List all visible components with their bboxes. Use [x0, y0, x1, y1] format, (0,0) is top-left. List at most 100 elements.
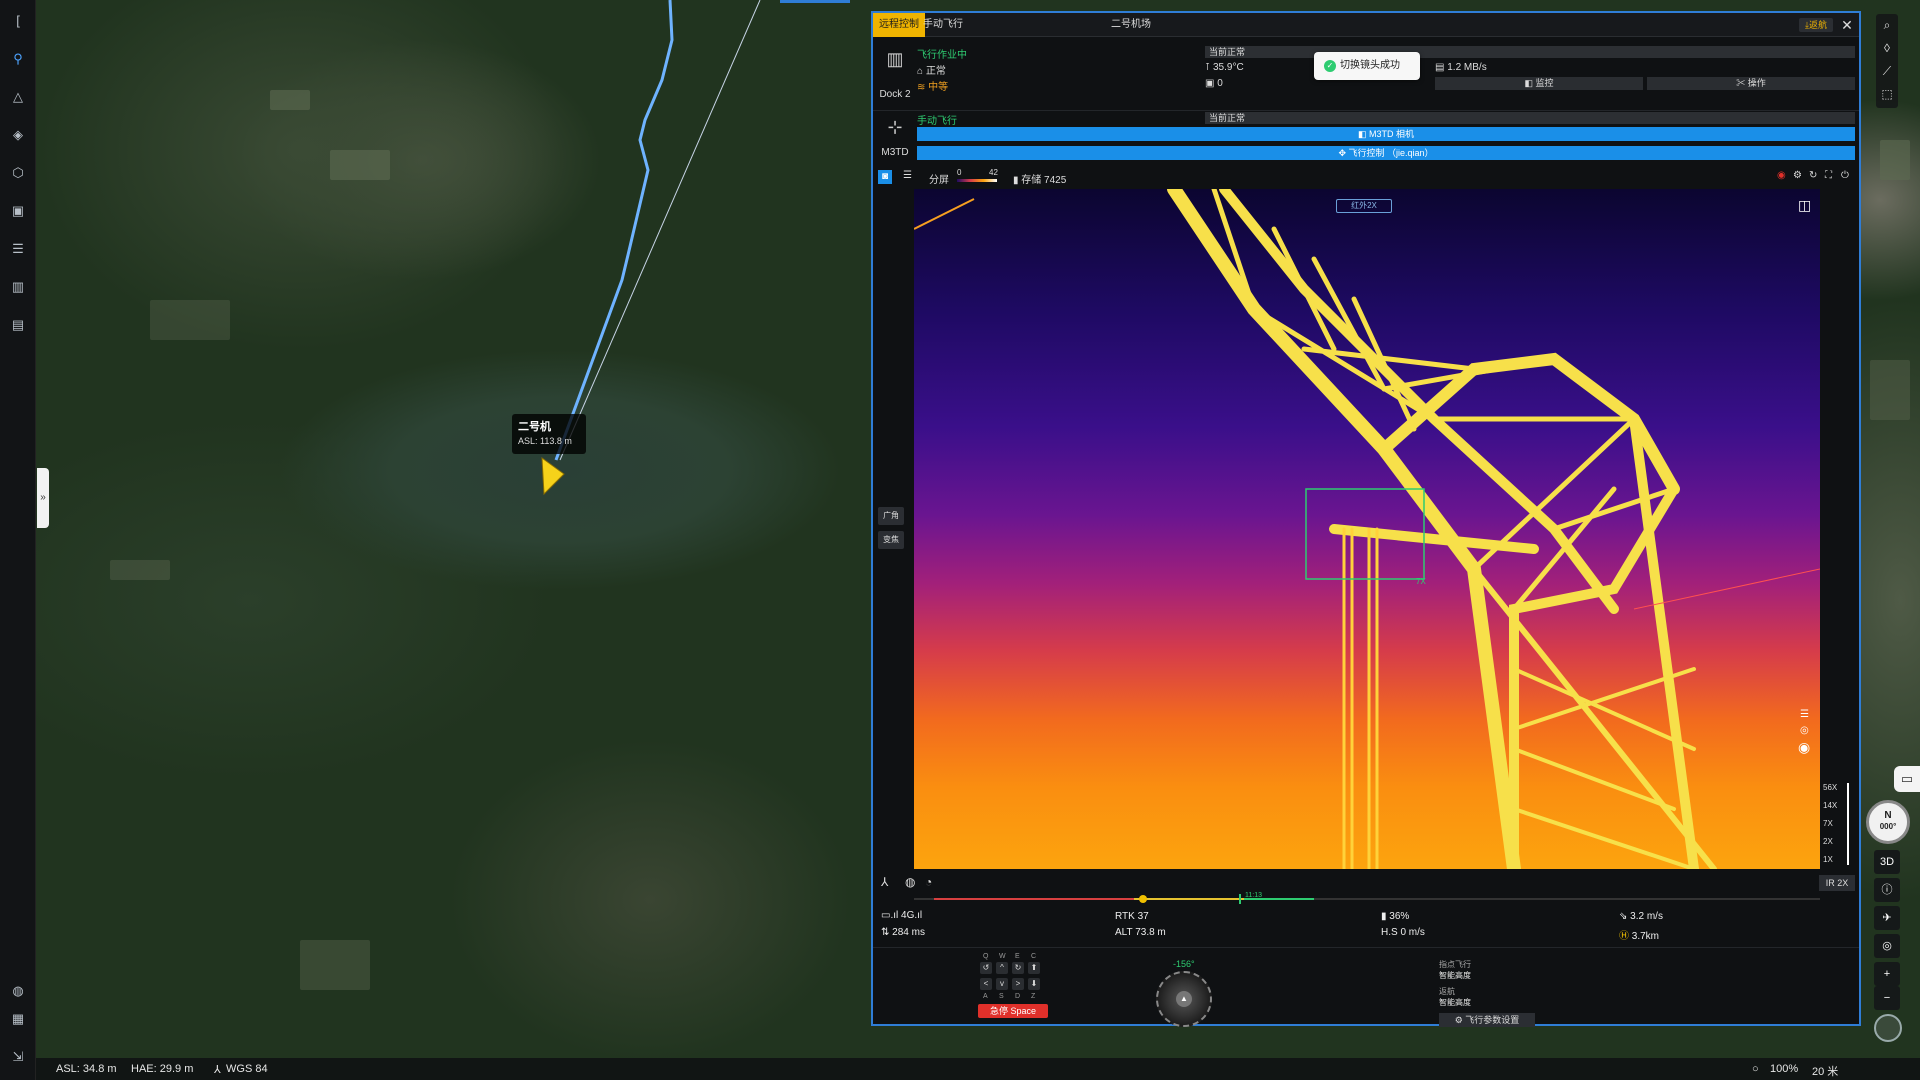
expand-sidebar-button[interactable]: » — [37, 468, 49, 528]
fullscreen-icon[interactable]: ⛶ — [1825, 170, 1832, 181]
photo-shutter-icon[interactable]: ◎ — [1800, 725, 1809, 736]
heading-icon[interactable]: ◍ — [905, 875, 915, 889]
descend-key[interactable]: ⬇ — [1028, 978, 1040, 990]
model-icon[interactable]: ⬡ — [9, 164, 27, 182]
wide-button[interactable]: 广角 — [878, 507, 904, 525]
thermal-video-feed[interactable]: 红外2X 7X ◫ ☰ ◎ ◉ — [914, 189, 1820, 869]
record-icon[interactable]: ◉ — [1777, 170, 1786, 181]
flight-icon[interactable]: ⚲ — [9, 50, 27, 68]
left-sidebar: [ ⚲ △ ◈ ⬡ ▣ ☰ ▥ ▤ ◍ ▦ ⇲ — [0, 0, 36, 1080]
timeline-time: 11:13 — [1245, 892, 1262, 899]
layers-icon[interactable]: ◈ — [9, 126, 27, 144]
zoom-scale[interactable]: 56X 14X 7X 2X 1X — [1823, 783, 1853, 873]
palette-bar[interactable] — [957, 179, 997, 182]
refresh-icon[interactable]: ↻ — [1809, 170, 1817, 181]
zoom-out-button[interactable]: − — [1874, 986, 1900, 1010]
zoom-level-1x[interactable]: 1X — [1823, 855, 1833, 864]
return-home-button[interactable]: ⤓返航 — [1799, 18, 1833, 32]
hspeed-value: H.S 0 m/s — [1381, 927, 1425, 938]
zoom-level-56x[interactable]: 56X — [1823, 783, 1837, 792]
drone-name: 二号机 — [518, 421, 551, 433]
left-key[interactable]: < — [980, 978, 992, 990]
doc-icon[interactable]: ▦ — [9, 1010, 27, 1028]
rotate-right-key[interactable]: ↻ — [1012, 962, 1024, 974]
latency-icon: ⇅ — [881, 927, 893, 938]
zoom-level-7x[interactable]: 7X — [1823, 819, 1833, 828]
flight-control-button[interactable]: ✥ 飞行控制 （jie.qian） — [917, 146, 1855, 160]
rth-label: 返航 — [1439, 987, 1455, 996]
record-button-icon[interactable]: ◉ — [1798, 739, 1810, 756]
dock-count: ▣ 0 — [1205, 78, 1223, 89]
gear-icon[interactable]: ⚙ — [1793, 170, 1802, 181]
drone-label[interactable]: 二号机 ASL: 113.8 m — [512, 414, 586, 454]
monitor-button[interactable]: ◧ 监控 — [1435, 77, 1643, 90]
tab-dock[interactable]: 二号机场 — [1105, 13, 1157, 37]
power-icon[interactable]: ⏻ — [1841, 170, 1849, 181]
zoom-in-button[interactable]: + — [1874, 962, 1900, 986]
media-icon[interactable]: ▣ — [9, 202, 27, 220]
camera-mode-icon[interactable]: ◙ — [878, 170, 892, 184]
thermometer-icon: ⊺ — [1205, 62, 1213, 73]
drone-current-status: 当前正常 — [1205, 112, 1855, 124]
3d-button[interactable]: 3D — [1874, 850, 1900, 874]
ascend-key[interactable]: ⬆ — [1028, 962, 1040, 974]
backward-key[interactable]: v — [996, 978, 1008, 990]
video-icon: ◧ — [1524, 78, 1536, 88]
aircraft-icon[interactable]: ✈ — [1874, 906, 1900, 930]
dock-temp-value: 35.9°C — [1212, 62, 1244, 73]
chat-icon[interactable]: ▭ — [1894, 766, 1920, 792]
vspeed-info: ⇘ 3.2 m/s — [1619, 911, 1663, 922]
operate-button[interactable]: ✂ 操作 — [1647, 77, 1855, 90]
camera-button[interactable]: ◧ M3TD 相机 — [917, 127, 1855, 141]
gimbal-icon[interactable]: ⅄ — [881, 875, 888, 889]
calendar-icon[interactable]: ▤ — [9, 316, 27, 334]
operate-label: 操作 — [1747, 78, 1766, 88]
ruler-icon[interactable]: ⟋ — [1876, 60, 1898, 83]
dock-status-label: 正常 — [925, 66, 946, 77]
emergency-stop-button[interactable]: 急停 Space — [978, 1004, 1048, 1018]
warning-icon[interactable]: △ — [9, 88, 27, 106]
range-min: 0 — [957, 168, 962, 177]
search-icon[interactable]: ⌕ — [1876, 14, 1898, 37]
ir-zoom-indicator[interactable]: IR 2X — [1819, 875, 1855, 891]
globe-icon[interactable]: ◍ — [9, 982, 27, 1000]
info-icon[interactable]: ⓘ — [1874, 878, 1900, 902]
close-icon[interactable]: ✕ — [1839, 15, 1855, 35]
signal-bars-icon: .ıl — [914, 910, 923, 921]
forward-key[interactable]: ^ — [996, 962, 1008, 974]
dock-temp: ⊺ 35.9°C — [1205, 62, 1244, 73]
flight-controls: Q W E C ↺ ^ ↻ ⬆ < v > ⬇ A S D Z 急停 Space… — [873, 951, 1859, 1027]
status-icon: ⌂ — [917, 66, 926, 77]
area-icon[interactable]: ⬚ — [1876, 83, 1898, 106]
zoom-level-2x[interactable]: 2X — [1823, 837, 1833, 846]
zoom-track — [1847, 783, 1849, 865]
basemap-globe-icon[interactable] — [1874, 1014, 1902, 1042]
status-bar: ASL: 34.8 m HAE: 29.9 m ⅄ WGS 84 ○ 100% … — [36, 1058, 1920, 1080]
drone-arrow-icon[interactable] — [538, 456, 568, 496]
timeline-bar[interactable] — [914, 892, 1820, 906]
pitch-icon[interactable]: ◔ — [925, 875, 932, 889]
flight-params-button[interactable]: ⚙ 飞行参数设置 — [1439, 1013, 1535, 1027]
status-scale: 20 米 — [1812, 1066, 1839, 1078]
snapshot-icon[interactable]: ◫ — [1798, 197, 1811, 214]
locate-icon[interactable]: ◎ — [1874, 934, 1900, 958]
split-screen[interactable]: 分屏 — [929, 171, 949, 186]
dock-speed-value: 1.2 MB/s — [1447, 62, 1487, 73]
menu-icon[interactable]: ☰ — [1800, 709, 1809, 720]
key-label-e: E — [1015, 953, 1020, 960]
settings-list-icon[interactable]: ☰ — [903, 170, 912, 181]
zoom-level-14x[interactable]: 14X — [1823, 801, 1837, 810]
list-icon[interactable]: ☰ — [9, 240, 27, 258]
fly-to-alt: 智能高度 — [1439, 971, 1471, 980]
vspeed-icon: ⇘ — [1619, 911, 1631, 922]
status-zoom: 100% — [1770, 1063, 1799, 1075]
route-icon[interactable]: ▥ — [9, 278, 27, 296]
tab-manual-flight[interactable]: 手动飞行 — [917, 13, 969, 37]
map-compass[interactable]: N 000° — [1866, 800, 1910, 844]
right-key[interactable]: > — [1012, 978, 1024, 990]
zoom-lens-button[interactable]: 变焦 — [878, 531, 904, 549]
logout-icon[interactable]: ⇲ — [9, 1048, 27, 1066]
pin-icon[interactable]: ◊ — [1876, 37, 1898, 60]
dock-icon: ▥ — [886, 49, 904, 69]
rotate-left-key[interactable]: ↺ — [980, 962, 992, 974]
